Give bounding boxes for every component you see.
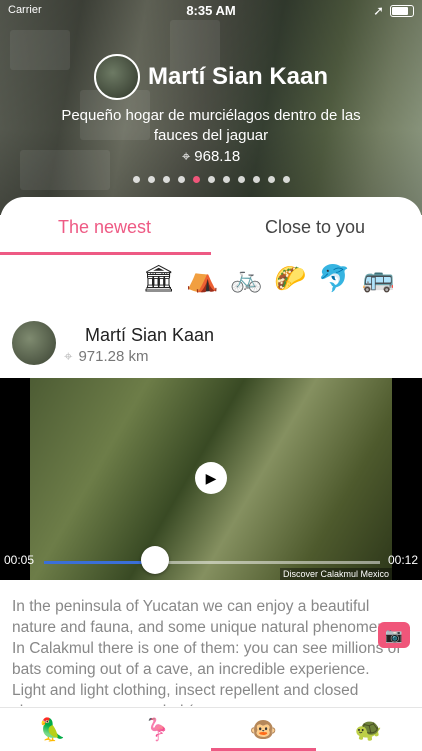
post-distance-value: 971.28 km — [78, 348, 149, 365]
page-dot[interactable] — [267, 176, 275, 183]
location-pin-icon: ⌖ — [181, 148, 191, 165]
video-progress-track[interactable] — [44, 561, 380, 564]
battery-icon — [390, 5, 414, 17]
post-header[interactable]: Martí Sian Kaan ⌖ 971.28 km — [12, 321, 412, 371]
page-dot[interactable] — [237, 176, 245, 183]
parrot-icon: 🦜 — [38, 716, 67, 742]
post-distance: ⌖ 971.28 km — [64, 348, 149, 365]
monkey-icon: 🐵 — [249, 716, 278, 742]
video-progress-fill — [44, 561, 155, 564]
status-bar: Carrier 8:35 AM ➚ — [0, 0, 422, 22]
avatar[interactable] — [93, 54, 140, 100]
nav-flamingo[interactable]: 🦩 — [105, 708, 210, 751]
page-dot[interactable] — [162, 176, 170, 183]
video-watermark: Discover Calakmul Mexico — [280, 568, 393, 580]
hero-banner[interactable]: Carrier 8:35 AM ➚ Martí Sian Kaan Pequeñ… — [0, 0, 422, 215]
tab-indicator — [0, 252, 211, 255]
hero-description: Pequeño hogar de murciélagos dentro de l… — [61, 107, 361, 144]
play-icon: ▶ — [205, 469, 217, 486]
video-scrubber[interactable] — [140, 546, 169, 574]
location-pin-icon: ⌖ — [64, 348, 73, 365]
bus-icon[interactable]: 🚌 — [362, 263, 394, 294]
play-button[interactable]: ▶ — [195, 462, 227, 494]
location-arrow-icon: ➚ — [373, 3, 384, 18]
flamingo-icon: 🦩 — [143, 716, 172, 742]
avatar[interactable] — [12, 321, 56, 365]
video-elapsed: 00:05 — [4, 553, 35, 567]
page-dot[interactable] — [147, 176, 155, 183]
tab-close-to-you[interactable]: Close to you — [265, 217, 365, 238]
tab-bar: The newest Close to you — [0, 205, 422, 255]
page-dot[interactable] — [222, 176, 230, 183]
tab-newest[interactable]: The newest — [58, 217, 151, 238]
tent-icon[interactable]: ⛺ — [186, 263, 218, 294]
hero-distance-value: 968.18 — [194, 148, 241, 165]
bicycle-icon[interactable]: 🚲 — [230, 263, 262, 294]
page-indicator[interactable] — [0, 176, 422, 183]
page-dot[interactable] — [192, 176, 200, 183]
turtle-icon: 🐢 — [354, 716, 383, 742]
content-card: The newest Close to you 🏛 ⛺ 🚲 🌮 🐬 🚌 Mart… — [0, 197, 422, 707]
clock: 8:35 AM — [186, 3, 236, 18]
nav-parrot[interactable]: 🦜 — [0, 708, 105, 751]
nav-turtle[interactable]: 🐢 — [316, 708, 421, 751]
page-dot[interactable] — [177, 176, 185, 183]
hero-title: Martí Sian Kaan — [0, 54, 422, 100]
hero-name: Martí Sian Kaan — [147, 63, 329, 90]
post-description: In the peninsula of Yucatan we can enjoy… — [12, 598, 401, 706]
hero-distance: ⌖ 968.18 — [0, 148, 422, 165]
page-dot[interactable] — [207, 176, 215, 183]
bottom-nav: 🦜 🦩 🐵 🐢 — [0, 707, 422, 751]
category-filter: 🏛 ⛺ 🚲 🌮 🐬 🚌 — [142, 263, 394, 294]
pyramid-icon[interactable]: 🏛 — [142, 263, 175, 294]
camera-icon: 📷 — [385, 626, 403, 643]
page-dot[interactable] — [282, 176, 290, 183]
camera-button[interactable]: 📷 — [378, 622, 410, 648]
dolphin-icon[interactable]: 🐬 — [318, 263, 350, 294]
video-duration: 00:12 — [387, 553, 418, 567]
taco-icon[interactable]: 🌮 — [274, 263, 306, 294]
page-dot[interactable] — [132, 176, 140, 183]
post-author-name: Martí Sian Kaan — [85, 325, 215, 345]
nav-monkey[interactable]: 🐵 — [211, 708, 316, 751]
page-dot[interactable] — [252, 176, 260, 183]
